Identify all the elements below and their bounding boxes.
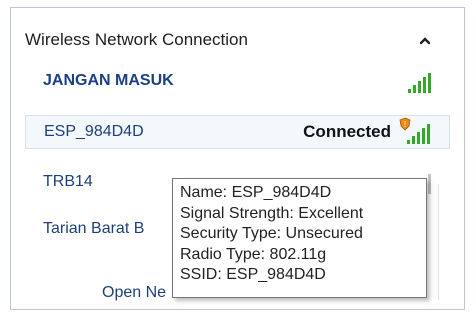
network-item-jangan-masuk[interactable]: JANGAN MASUK (25, 65, 450, 99)
signal-strength-icon (408, 73, 431, 93)
tooltip-name: Name: ESP_984D4D (180, 184, 332, 201)
connection-status: Connected (303, 122, 391, 141)
scrollbar[interactable] (438, 184, 444, 300)
chevron-up-icon[interactable] (418, 34, 432, 48)
network-tooltip: Name: ESP_984D4D Signal Strength: Excell… (172, 178, 427, 298)
panel-title: Wireless Network Connection (25, 30, 248, 49)
network-name: TRB14 (43, 173, 93, 190)
tooltip-radio-type: Radio Type: 802.11g (180, 245, 327, 263)
signal-strength-icon (407, 124, 430, 144)
network-item-esp-984d4d[interactable]: ESP_984D4D Connected ! (25, 115, 450, 149)
tooltip-signal-strength: Signal Strength: Excellent (180, 204, 364, 222)
network-name: Tarian Barat B (43, 220, 145, 237)
tooltip-ssid: SSID: ESP_984D4D (180, 266, 326, 283)
tooltip-security-type: Security Type: Unsecured (180, 225, 363, 242)
network-name: ESP_984D4D (44, 123, 144, 140)
network-name: JANGAN MASUK (43, 72, 174, 89)
open-network-link[interactable]: Open Ne (102, 284, 166, 302)
panel-header: Wireless Network Connection (25, 30, 450, 58)
